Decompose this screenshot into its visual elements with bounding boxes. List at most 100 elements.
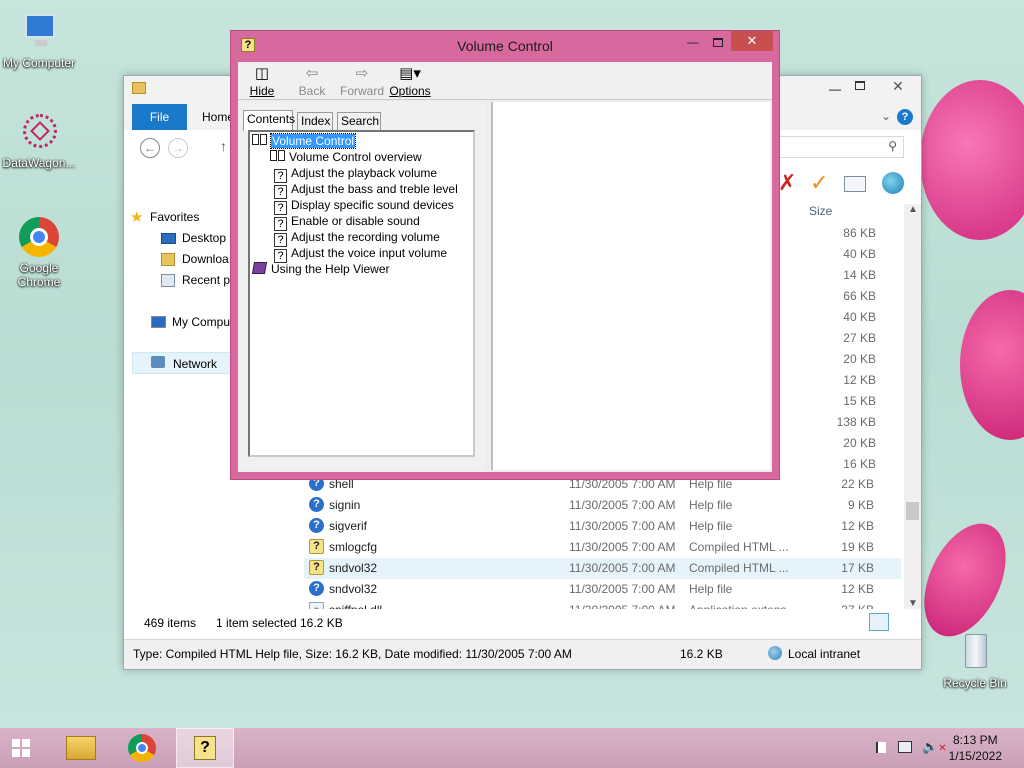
desktop-icon-chrome[interactable]: Google Chrome (0, 215, 78, 289)
maximize-button[interactable] (713, 38, 723, 47)
nav-label: Network (173, 357, 218, 371)
tree-node-book[interactable]: Using the Help Viewer (251, 261, 390, 277)
start-button[interactable] (0, 728, 50, 768)
windows-logo-icon (12, 739, 20, 747)
taskbar-chrome[interactable] (114, 728, 172, 768)
forward-button[interactable]: ⇨ Forward (338, 64, 386, 98)
forward-icon[interactable]: → (168, 138, 188, 158)
toolbar-label: Options (389, 84, 431, 98)
vertical-scrollbar[interactable]: ▲ ▼ (904, 204, 921, 609)
back-icon[interactable]: ← (140, 138, 160, 158)
column-header-label: Size (809, 204, 833, 218)
volume-muted-icon[interactable]: 🔈✕ (922, 739, 947, 755)
file-type: Help file (689, 582, 733, 596)
file-name: signin (329, 498, 361, 512)
toolbar-label: Forward (339, 84, 384, 98)
scroll-down-icon[interactable]: ▼ (908, 598, 918, 609)
open-book-icon (252, 133, 268, 147)
tree-node-topic[interactable]: ? Display specific sound devices (274, 197, 454, 215)
nav-item-network[interactable]: Network (132, 352, 232, 374)
table-row[interactable]: ? sigverif 11/30/2005 7:00 AM Help file … (304, 516, 901, 537)
desktop-icon-recycle-bin[interactable]: Recycle Bin (936, 630, 1014, 690)
clock-date: 1/15/2022 (948, 749, 1002, 763)
tree-node-root[interactable]: Volume Control (252, 133, 357, 149)
maximize-button[interactable] (855, 81, 865, 90)
nav-item-favorites[interactable]: ★ Favorites (130, 209, 199, 226)
tree-node-label: Adjust the voice input volume (291, 246, 448, 260)
delete-icon[interactable]: ✗ (778, 172, 796, 194)
tab-index[interactable]: Index (297, 112, 333, 130)
help-icon[interactable]: ? (897, 109, 913, 125)
tab-search[interactable]: Search (337, 112, 381, 130)
tree-node-label: Using the Help Viewer (271, 262, 390, 276)
desktop-icon-datawagon[interactable]: DataWagon... (0, 110, 78, 170)
taskbar-explorer[interactable] (52, 728, 110, 768)
desktop-icon-label: DataWagon... (2, 156, 76, 170)
computer-icon (151, 316, 166, 328)
large-icons-view-icon[interactable] (893, 613, 911, 631)
tree-node-topic[interactable]: ? Adjust the recording volume (274, 229, 440, 247)
toolbar-label: Back (298, 84, 326, 98)
desktop-icon-my-computer[interactable]: My Computer (0, 10, 78, 70)
system-clock[interactable]: 8:13 PM 1/15/2022 (949, 732, 1002, 764)
table-row-selected[interactable]: ? sndvol32 11/30/2005 7:00 AM Compiled H… (304, 558, 901, 579)
chevron-down-icon[interactable]: ⌄ (881, 109, 891, 123)
tree-node-topic[interactable]: ? Adjust the voice input volume (274, 245, 448, 263)
minimize-button[interactable]: — (829, 82, 841, 96)
size-cell: 20 KB (843, 352, 876, 366)
tree-node-book[interactable]: Volume Control overview (270, 149, 422, 165)
details-view-icon[interactable] (869, 613, 889, 631)
tree-node-topic[interactable]: ? Adjust the bass and treble level (274, 181, 458, 199)
navigation-pane: ★ Favorites Desktop Downloa Recent pl My… (124, 204, 233, 609)
minimize-button[interactable]: — (687, 35, 699, 49)
nav-label: Downloa (182, 252, 229, 266)
file-list: ? shell 11/30/2005 7:00 AM Help file 22 … (304, 474, 901, 617)
help-titlebar[interactable]: ? Volume Control — ✕ (231, 31, 779, 61)
table-row[interactable]: ? smlogcfg 11/30/2005 7:00 AM Compiled H… (304, 537, 901, 558)
computer-icon (17, 10, 61, 54)
chm-file-icon: ? (309, 560, 324, 575)
recent-places-icon (161, 274, 175, 287)
close-button[interactable]: ✕ (731, 31, 773, 51)
scroll-thumb[interactable] (906, 502, 919, 520)
nav-label: Recent pl (182, 273, 233, 287)
size-column-header[interactable]: Size (809, 204, 881, 224)
intranet-icon (768, 646, 782, 660)
details-zone: Local intranet (788, 647, 861, 661)
tree-node-topic[interactable]: ? Enable or disable sound (274, 213, 420, 231)
hide-button[interactable]: ◫ Hide (240, 64, 284, 98)
closed-book-icon (251, 261, 268, 275)
tab-file[interactable]: File (132, 104, 187, 130)
size-cell: 20 KB (843, 436, 876, 450)
options-button[interactable]: ▤▾ Options (388, 64, 432, 98)
tab-contents[interactable]: Contents (243, 110, 295, 131)
file-type: Compiled HTML ... (689, 561, 789, 575)
size-cell: 40 KB (843, 310, 876, 324)
size-cell: 12 KB (843, 373, 876, 387)
tree-node-label: Volume Control (269, 133, 357, 149)
taskbar-help-viewer[interactable]: ? (176, 728, 234, 768)
nav-item-recent[interactable]: Recent pl (161, 273, 233, 287)
close-button[interactable]: ✕ (875, 76, 921, 96)
network-tray-icon[interactable] (898, 741, 912, 753)
table-row[interactable]: ? signin 11/30/2005 7:00 AM Help file 9 … (304, 495, 901, 516)
scroll-up-icon[interactable]: ▲ (908, 204, 918, 215)
tree-node-topic[interactable]: ? Adjust the playback volume (274, 165, 437, 183)
topic-content-pane[interactable] (491, 102, 770, 470)
chm-file-icon: ? (309, 539, 324, 554)
properties-icon[interactable] (844, 176, 866, 192)
size-cell: 14 KB (843, 268, 876, 282)
file-type: Compiled HTML ... (689, 540, 789, 554)
file-explorer-icon (66, 736, 96, 760)
table-row[interactable]: ? sndvol32 11/30/2005 7:00 AM Help file … (304, 579, 901, 600)
up-icon[interactable]: ↑ (220, 138, 227, 154)
search-input[interactable]: ⚲ (779, 136, 904, 158)
nav-item-my-computer[interactable]: My Compu (151, 315, 230, 329)
globe-icon[interactable] (882, 172, 904, 194)
back-button[interactable]: ⇦ Back (290, 64, 334, 98)
action-center-flag-icon[interactable] (876, 742, 886, 753)
nav-item-desktop[interactable]: Desktop (161, 231, 226, 245)
chrome-icon (17, 215, 61, 259)
checkmark-icon[interactable]: ✓ (810, 172, 828, 194)
nav-item-downloads[interactable]: Downloa (161, 252, 229, 266)
